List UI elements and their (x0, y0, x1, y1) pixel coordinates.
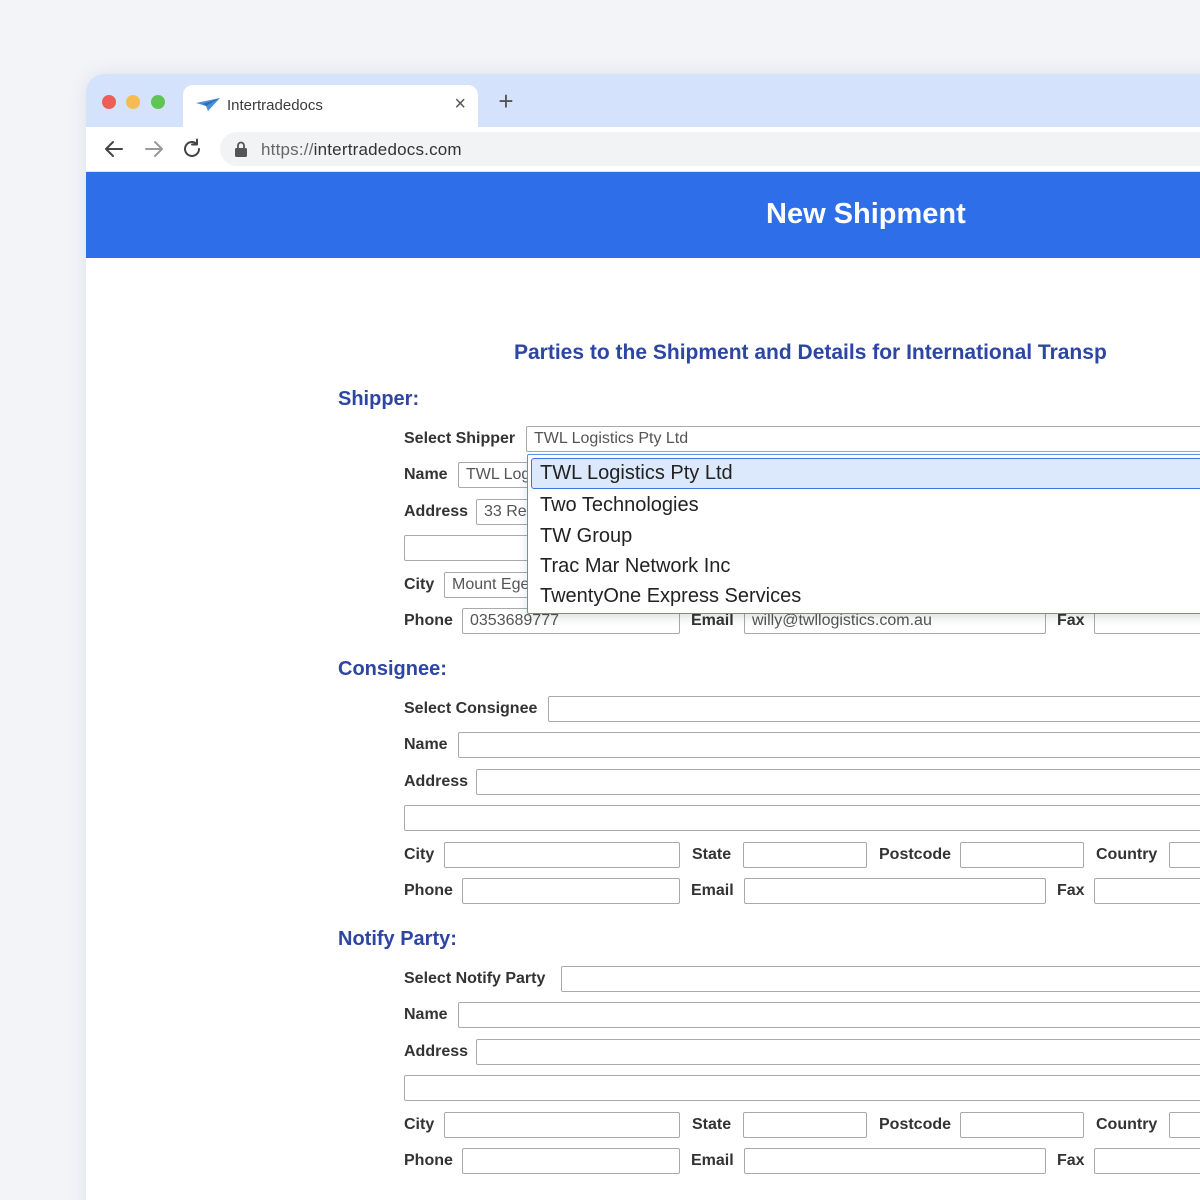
consignee-email-label: Email (691, 882, 734, 899)
consignee-address-field[interactable] (476, 769, 1200, 795)
close-window-button[interactable] (102, 95, 116, 109)
notify-name-field[interactable] (458, 1002, 1200, 1028)
form-content: Parties to the Shipment and Details for … (86, 258, 1200, 1200)
notify-city-label: City (404, 1116, 435, 1133)
browser-tab[interactable]: Intertradedocs × (183, 85, 478, 127)
notify-postcode-label: Postcode (879, 1116, 952, 1133)
browser-toolbar: https://intertradedocs.com (86, 127, 1200, 172)
dropdown-option[interactable]: TWL Logistics Pty Ltd (531, 458, 1200, 489)
shipper-dropdown: TWL Logistics Pty Ltd Two Technologies T… (527, 454, 1200, 614)
consignee-state-field[interactable] (743, 842, 867, 868)
notify-phone-label: Phone (404, 1152, 453, 1169)
lock-icon (235, 141, 247, 157)
tab-strip: Intertradedocs × + (86, 74, 1200, 127)
shipper-address-label: Address (404, 503, 469, 520)
consignee-name-label: Name (404, 736, 448, 753)
minimize-window-button[interactable] (126, 95, 140, 109)
notify-country-field[interactable] (1169, 1112, 1200, 1138)
url-text: https://intertradedocs.com (261, 140, 462, 159)
notify-address-line2-field[interactable] (404, 1075, 1200, 1101)
shipper-title: Shipper: (338, 388, 420, 410)
notify-name-label: Name (404, 1006, 448, 1023)
paper-plane-icon (196, 98, 220, 111)
consignee-fax-field[interactable] (1094, 878, 1200, 904)
section-banner: Parties to the Shipment and Details for … (514, 341, 1107, 364)
select-notify-party-label: Select Notify Party (404, 970, 546, 987)
consignee-phone-field[interactable] (462, 878, 680, 904)
reload-icon[interactable] (180, 137, 204, 161)
notify-phone-field[interactable] (462, 1148, 680, 1174)
notify-state-field[interactable] (743, 1112, 867, 1138)
maximize-window-button[interactable] (151, 95, 165, 109)
consignee-title: Consignee: (338, 658, 447, 680)
shipper-city-label: City (404, 576, 435, 593)
notify-state-label: State (692, 1116, 732, 1133)
notify-fax-label: Fax (1057, 1152, 1085, 1169)
browser-window: Intertradedocs × + https://intertradedoc… (86, 74, 1200, 1200)
consignee-name-field[interactable] (458, 732, 1200, 758)
dropdown-option[interactable]: TW Group (528, 521, 1200, 552)
shipper-address-line2-field[interactable] (404, 535, 544, 561)
address-bar[interactable]: https://intertradedocs.com (220, 132, 1200, 166)
dropdown-option[interactable]: Trac Mar Network Inc (528, 551, 1200, 582)
new-tab-button[interactable]: + (494, 88, 518, 114)
consignee-phone-label: Phone (404, 882, 453, 899)
notify-postcode-field[interactable] (960, 1112, 1084, 1138)
notify-city-field[interactable] (444, 1112, 680, 1138)
consignee-postcode-field[interactable] (960, 842, 1084, 868)
select-notify-party-field[interactable] (561, 966, 1200, 992)
notify-email-label: Email (691, 1152, 734, 1169)
dropdown-option[interactable]: Two Technologies (528, 490, 1200, 521)
page-title: New Shipment (766, 198, 966, 230)
select-shipper-field[interactable]: TWL Logistics Pty Ltd (526, 426, 1200, 452)
consignee-state-label: State (692, 846, 732, 863)
back-arrow-icon[interactable] (102, 137, 126, 161)
dropdown-option[interactable]: TwentyOne Express Services (528, 581, 1200, 612)
notify-fax-field[interactable] (1094, 1148, 1200, 1174)
consignee-city-field[interactable] (444, 842, 680, 868)
page-header: New Shipment (86, 172, 1200, 258)
tab-title: Intertradedocs (227, 97, 323, 114)
consignee-email-field[interactable] (744, 878, 1046, 904)
consignee-fax-label: Fax (1057, 882, 1085, 899)
consignee-country-label: Country (1096, 846, 1158, 863)
select-shipper-label: Select Shipper (404, 430, 516, 447)
consignee-address-label: Address (404, 773, 469, 790)
tab-close-icon[interactable]: × (454, 94, 466, 114)
notify-party-title: Notify Party: (338, 928, 457, 950)
consignee-postcode-label: Postcode (879, 846, 952, 863)
notify-address-field[interactable] (476, 1039, 1200, 1065)
shipper-name-label: Name (404, 466, 448, 483)
consignee-address-line2-field[interactable] (404, 805, 1200, 831)
forward-arrow-icon[interactable] (142, 137, 166, 161)
shipper-fax-label: Fax (1057, 612, 1085, 629)
consignee-country-field[interactable] (1169, 842, 1200, 868)
consignee-city-label: City (404, 846, 435, 863)
notify-address-label: Address (404, 1043, 469, 1060)
shipper-email-label: Email (691, 612, 734, 629)
select-consignee-label: Select Consignee (404, 700, 538, 717)
shipper-phone-label: Phone (404, 612, 453, 629)
select-consignee-field[interactable] (548, 696, 1200, 722)
notify-country-label: Country (1096, 1116, 1158, 1133)
notify-email-field[interactable] (744, 1148, 1046, 1174)
